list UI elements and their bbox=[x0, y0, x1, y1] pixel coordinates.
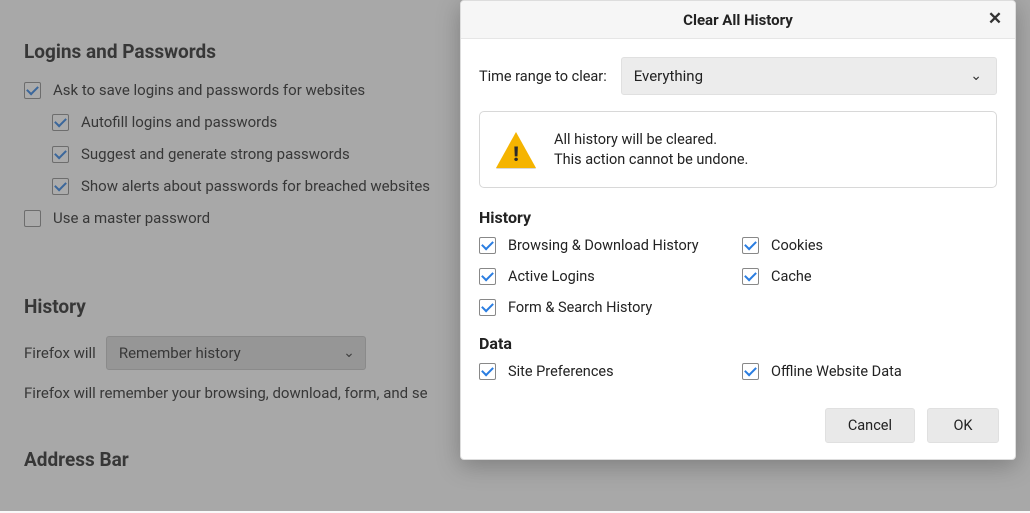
offline-data-row[interactable]: Offline Website Data bbox=[742, 363, 997, 380]
browsing-history-checkbox[interactable] bbox=[479, 237, 496, 254]
offline-data-checkbox[interactable] bbox=[742, 363, 759, 380]
warning-box: ! All history will be cleared. This acti… bbox=[479, 111, 997, 188]
form-history-checkbox[interactable] bbox=[479, 299, 496, 316]
warning-line1: All history will be cleared. bbox=[554, 131, 748, 148]
cookies-label: Cookies bbox=[771, 237, 823, 254]
dialog-title: Clear All History bbox=[683, 11, 793, 29]
cookies-checkbox[interactable] bbox=[742, 237, 759, 254]
close-icon[interactable]: ✕ bbox=[985, 9, 1005, 29]
warning-text: All history will be cleared. This action… bbox=[554, 128, 748, 171]
browsing-history-row[interactable]: Browsing & Download History bbox=[479, 237, 734, 254]
time-range-label: Time range to clear: bbox=[479, 68, 607, 85]
browsing-history-label: Browsing & Download History bbox=[508, 237, 699, 254]
clear-history-dialog: Clear All History ✕ Time range to clear:… bbox=[460, 0, 1016, 460]
cache-row[interactable]: Cache bbox=[742, 268, 997, 285]
form-history-label: Form & Search History bbox=[508, 299, 652, 316]
chevron-down-icon: ⌄ bbox=[970, 68, 982, 84]
offline-data-label: Offline Website Data bbox=[771, 363, 902, 380]
cache-label: Cache bbox=[771, 268, 812, 285]
warning-icon: ! bbox=[496, 130, 536, 170]
dialog-title-bar: Clear All History ✕ bbox=[461, 1, 1015, 39]
active-logins-row[interactable]: Active Logins bbox=[479, 268, 734, 285]
form-history-row[interactable]: Form & Search History bbox=[479, 299, 734, 316]
cancel-button[interactable]: Cancel bbox=[825, 408, 915, 443]
ok-button[interactable]: OK bbox=[927, 408, 999, 443]
history-subheading: History bbox=[479, 208, 997, 227]
data-subheading: Data bbox=[479, 334, 997, 353]
active-logins-label: Active Logins bbox=[508, 268, 595, 285]
time-range-value: Everything bbox=[634, 67, 703, 85]
site-prefs-row[interactable]: Site Preferences bbox=[479, 363, 734, 380]
warning-line2: This action cannot be undone. bbox=[554, 151, 748, 168]
time-range-select[interactable]: Everything ⌄ bbox=[621, 57, 997, 95]
cookies-row[interactable]: Cookies bbox=[742, 237, 997, 254]
site-prefs-label: Site Preferences bbox=[508, 363, 614, 380]
site-prefs-checkbox[interactable] bbox=[479, 363, 496, 380]
cache-checkbox[interactable] bbox=[742, 268, 759, 285]
active-logins-checkbox[interactable] bbox=[479, 268, 496, 285]
